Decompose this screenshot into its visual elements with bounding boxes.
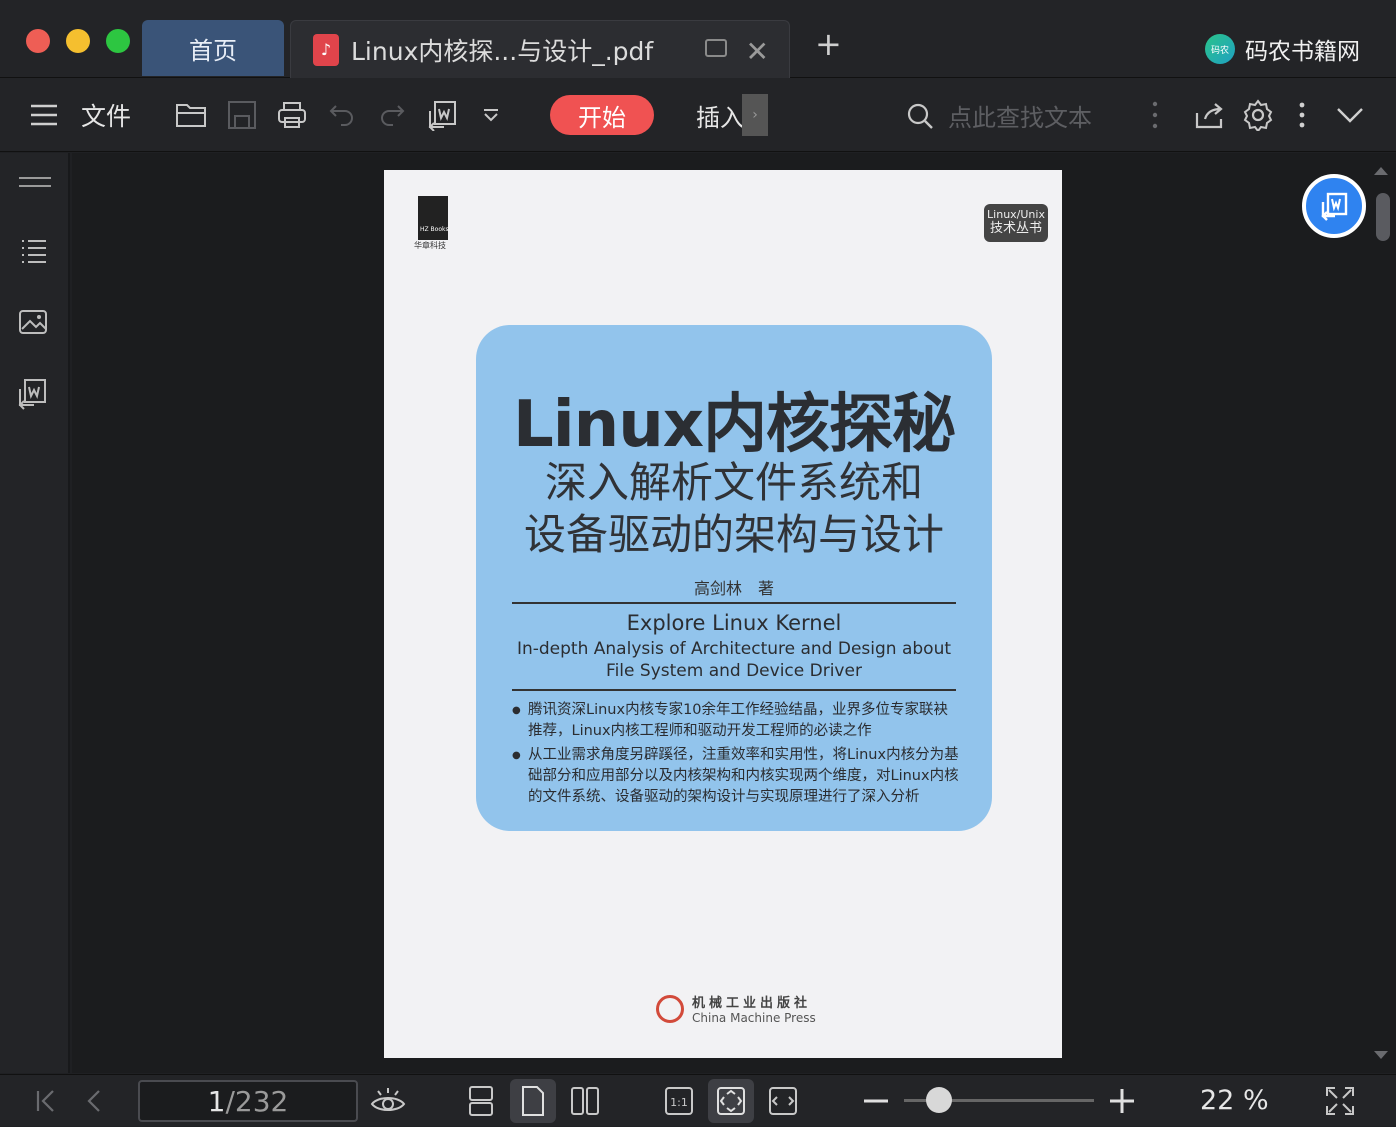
outline-icon[interactable] xyxy=(20,237,48,265)
file-menu[interactable]: 文件 xyxy=(78,78,134,152)
cover-bullet: 腾讯资深Linux内核专家10余年工作经验结晶，业界多位专家联袂推荐，Linux… xyxy=(512,700,962,742)
scroll-tabs-right-icon[interactable]: › xyxy=(742,94,768,136)
brand: 码农 码农书籍网 xyxy=(1205,32,1360,66)
collapse-icon[interactable] xyxy=(1332,78,1368,152)
tab-document[interactable]: ♪ Linux内核探...与设计_.pdf ✕ xyxy=(290,20,790,78)
total-pages: /232 xyxy=(225,1084,289,1118)
toolbar: 文件 开始 插入 › 点此查找文本 xyxy=(0,78,1396,152)
tab-insert[interactable]: 插入 xyxy=(696,98,744,133)
press-imprint: 机械工业出版社 China Machine Press xyxy=(656,992,816,1025)
book-author: 高剑林 著 xyxy=(693,579,774,598)
save-icon[interactable] xyxy=(222,78,262,152)
series-badge-line1: Linux/Unix xyxy=(987,208,1045,221)
svg-text:1:1: 1:1 xyxy=(670,1096,688,1109)
fullscreen-icon[interactable] xyxy=(1322,1075,1358,1127)
english-subtitle-line1: In-depth Analysis of Architecture and De… xyxy=(516,639,952,659)
series-badge: Linux/Unix 技术丛书 xyxy=(984,204,1048,242)
tab-start[interactable]: 开始 xyxy=(550,95,654,135)
search-box[interactable]: 点此查找文本 xyxy=(906,98,1092,133)
brand-name: 码农书籍网 xyxy=(1245,39,1360,65)
thumbnail-icon[interactable] xyxy=(18,309,48,335)
cover-panel: Linux内核探秘 深入解析文件系统和 设备驱动的架构与设计 高剑林 著 Exp… xyxy=(476,325,992,831)
title-bar: 首页 ♪ Linux内核探...与设计_.pdf ✕ + 码农 码农书籍网 xyxy=(0,0,1396,78)
page-number-field[interactable]: 1/232 xyxy=(138,1080,358,1122)
series-badge-line2: 技术丛书 xyxy=(989,221,1042,236)
convert-icon[interactable] xyxy=(422,78,462,152)
hide-panel-icon[interactable] xyxy=(18,175,52,189)
press-name-cn: 机械工业出版社 xyxy=(692,996,812,1011)
settings-icon[interactable] xyxy=(1238,78,1278,152)
more-icon[interactable] xyxy=(1140,78,1170,152)
zoom-slider-handle[interactable] xyxy=(926,1087,952,1113)
scroll-up-icon[interactable] xyxy=(1374,167,1388,175)
search-icon xyxy=(907,103,933,129)
sidebar xyxy=(0,153,70,1073)
zoom-level[interactable]: 22 % xyxy=(1200,1085,1269,1116)
english-title: Explore Linux Kernel xyxy=(626,611,842,635)
new-tab-button[interactable]: + xyxy=(815,28,842,60)
vertical-scrollbar[interactable] xyxy=(1376,193,1390,241)
pin-window-icon[interactable] xyxy=(705,39,727,57)
close-window-button[interactable] xyxy=(26,29,50,53)
two-page-icon[interactable] xyxy=(562,1075,608,1127)
publisher-logo xyxy=(418,196,448,240)
convert-word-icon[interactable] xyxy=(16,377,48,411)
pdf-file-icon: ♪ xyxy=(313,33,339,66)
share-icon[interactable] xyxy=(1192,78,1228,152)
press-name-en: China Machine Press xyxy=(692,1011,816,1025)
single-page-icon[interactable] xyxy=(510,1079,556,1123)
publisher-mark: 华章科技 xyxy=(414,241,446,250)
pdf-to-word-button[interactable] xyxy=(1302,174,1366,238)
dropdown-icon[interactable] xyxy=(474,78,508,152)
current-page: 1 xyxy=(207,1084,226,1118)
redo-icon[interactable] xyxy=(372,78,412,152)
previous-page-icon[interactable] xyxy=(80,1075,108,1127)
search-placeholder: 点此查找文本 xyxy=(948,104,1092,132)
zoom-out-icon[interactable] xyxy=(860,1075,892,1127)
tab-document-title: Linux内核探...与设计_.pdf xyxy=(351,36,654,66)
cover-bullet: 从工业需求角度另辟蹊径，注重效率和实用性，将Linux内核分为基础部分和应用部分… xyxy=(512,745,962,808)
close-tab-icon[interactable]: ✕ xyxy=(746,35,769,68)
fit-page-icon[interactable] xyxy=(708,1079,754,1123)
status-bar: 1/232 1:1 22 % xyxy=(0,1074,1396,1126)
menu-icon[interactable] xyxy=(28,78,60,152)
tab-home[interactable]: 首页 xyxy=(142,20,284,76)
minimize-window-button[interactable] xyxy=(66,29,90,53)
publisher-logo-en: HZ Books xyxy=(420,226,449,233)
print-icon[interactable] xyxy=(272,78,312,152)
more-vertical-icon[interactable] xyxy=(1290,78,1314,152)
scroll-down-icon[interactable] xyxy=(1374,1051,1388,1059)
divider xyxy=(512,689,956,691)
book-subtitle-line2: 设备驱动的架构与设计 xyxy=(523,510,944,559)
divider xyxy=(512,602,956,604)
reading-mode-icon[interactable] xyxy=(368,1075,408,1127)
maximize-window-button[interactable] xyxy=(106,29,130,53)
undo-icon[interactable] xyxy=(322,78,362,152)
actual-size-icon[interactable]: 1:1 xyxy=(656,1075,702,1127)
english-subtitle-line2: File System and Device Driver xyxy=(606,661,862,681)
convert-icon xyxy=(1321,192,1348,221)
zoom-in-icon[interactable] xyxy=(1106,1075,1138,1127)
fit-width-icon[interactable] xyxy=(760,1075,806,1127)
open-folder-icon[interactable] xyxy=(172,78,212,152)
press-logo xyxy=(656,994,684,1023)
pdf-page: HZ Books 华章科技 Linux/Unix 技术丛书 Linux内核探秘 … xyxy=(384,170,1062,1058)
brand-logo: 码农 xyxy=(1205,34,1235,64)
first-page-icon[interactable] xyxy=(30,1075,62,1127)
continuous-scroll-icon[interactable] xyxy=(458,1075,504,1127)
